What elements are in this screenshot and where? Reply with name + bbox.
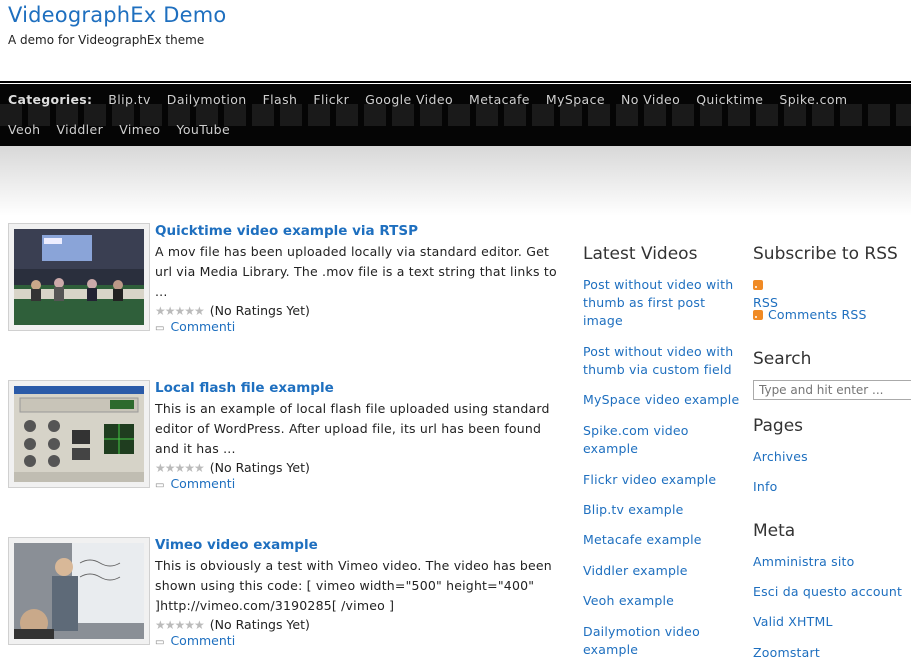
category-link-myspace[interactable]: MySpace [546, 92, 605, 107]
post-title[interactable]: Local flash file example [155, 380, 334, 396]
rating-text: (No Ratings Yet) [209, 460, 310, 475]
post-thumbnail[interactable] [8, 223, 150, 331]
meta-heading: Meta [753, 521, 796, 541]
conference-video-thumbnail [14, 229, 144, 325]
latest-video-link[interactable]: Metacafe example [583, 531, 743, 549]
site-header: VideographEx Demo A demo for VideographE… [0, 0, 911, 84]
page-link-info[interactable]: Info [753, 478, 777, 496]
latest-videos-heading: Latest Videos [583, 244, 698, 264]
latest-video-link[interactable]: Viddler example [583, 562, 743, 580]
category-link-bliptv[interactable]: Blip.tv [108, 92, 151, 107]
comment-bubble-icon: ▭ [155, 480, 165, 491]
category-link-flickr[interactable]: Flickr [313, 92, 349, 107]
post-item: Local flash file example This is an exam… [8, 380, 568, 491]
post-title[interactable]: Quicktime video example via RTSP [155, 223, 418, 239]
post-rating: ★★★★★ (No Ratings Yet) [155, 617, 310, 632]
categories-row-1: Categories: Blip.tv Dailymotion Flash Flickr… [8, 92, 863, 112]
page-link-archives[interactable]: Archives [753, 448, 808, 466]
rating-stars-icon[interactable]: ★★★★★ [155, 618, 205, 632]
post-item: Quicktime video example via RTSP A mov f… [8, 223, 568, 334]
category-link-no-video[interactable]: No Video [621, 92, 680, 107]
categories-label: Categories: [8, 92, 93, 107]
latest-video-link[interactable]: Blip.tv example [583, 501, 743, 519]
rating-stars-icon[interactable]: ★★★★★ [155, 461, 205, 475]
categories-row-2: Veoh Viddler Vimeo YouTube [8, 122, 246, 142]
category-link-quicktime[interactable]: Quicktime [696, 92, 763, 107]
latest-video-link[interactable]: Post without video with thumb as first p… [583, 276, 738, 330]
post-rating: ★★★★★ (No Ratings Yet) [155, 460, 310, 475]
post-excerpt: This is an example of local flash file u… [155, 401, 550, 456]
category-link-viddler[interactable]: Viddler [56, 122, 103, 137]
latest-video-link[interactable]: MySpace video example [583, 391, 743, 409]
latest-video-link[interactable]: Flickr video example [583, 471, 743, 489]
latest-video-link[interactable]: Veoh example [583, 592, 743, 610]
meta-link-admin[interactable]: Amministra sito [753, 553, 855, 571]
meta-link-logout[interactable]: Esci da questo account [753, 583, 902, 601]
category-link-flash[interactable]: Flash [263, 92, 298, 107]
category-link-youtube[interactable]: YouTube [176, 122, 230, 137]
post-comments: ▭ Commenti [155, 633, 235, 648]
search-input[interactable] [753, 380, 911, 400]
latest-video-link[interactable]: Dailymotion video example [583, 623, 708, 659]
site-description: A demo for VideographEx theme [8, 33, 205, 47]
rss-feed-icon [753, 280, 763, 290]
category-link-dailymotion[interactable]: Dailymotion [167, 92, 247, 107]
pages-heading: Pages [753, 416, 804, 436]
site-title[interactable]: VideographEx Demo [8, 3, 226, 27]
category-link-vimeo[interactable]: Vimeo [119, 122, 160, 137]
search-heading: Search [753, 349, 812, 369]
post-comments: ▭ Commenti [155, 319, 235, 334]
post-title[interactable]: Vimeo video example [155, 537, 318, 553]
post-rating: ★★★★★ (No Ratings Yet) [155, 303, 310, 318]
comments-rss-label: Comments RSS [768, 307, 867, 322]
categories-bar: Categories: Blip.tv Dailymotion Flash Flickr… [0, 83, 911, 147]
rating-text: (No Ratings Yet) [209, 617, 310, 632]
latest-video-link[interactable]: Post without video with thumb via custom… [583, 343, 738, 379]
flash-app-thumbnail [14, 386, 144, 482]
post-excerpt: A mov file has been uploaded locally via… [155, 244, 557, 299]
post-thumbnail[interactable] [8, 537, 150, 645]
meta-link-zoomstart[interactable]: Zoomstart [753, 644, 820, 662]
category-link-spikecom[interactable]: Spike.com [779, 92, 847, 107]
rating-text: (No Ratings Yet) [209, 303, 310, 318]
post-item: Vimeo video example This is obviously a … [8, 537, 568, 648]
post-comments: ▭ Commenti [155, 476, 235, 491]
comments-link[interactable]: Commenti [170, 319, 235, 334]
rss-feed-icon [753, 310, 763, 320]
comments-rss-link[interactable]: Comments RSS [753, 306, 867, 324]
comments-link[interactable]: Commenti [170, 476, 235, 491]
comment-bubble-icon: ▭ [155, 323, 165, 334]
category-link-google-video[interactable]: Google Video [365, 92, 453, 107]
post-excerpt: This is obviously a test with Vimeo vide… [155, 558, 552, 613]
latest-video-link[interactable]: Spike.com video example [583, 422, 693, 458]
header-gradient [0, 146, 911, 216]
post-thumbnail[interactable] [8, 380, 150, 488]
rating-stars-icon[interactable]: ★★★★★ [155, 304, 205, 318]
whiteboard-video-thumbnail [14, 543, 144, 639]
comments-link[interactable]: Commenti [170, 633, 235, 648]
subscribe-heading: Subscribe to RSS [753, 244, 898, 264]
meta-link-valid-xhtml[interactable]: Valid XHTML [753, 613, 833, 631]
category-link-metacafe[interactable]: Metacafe [469, 92, 530, 107]
category-link-veoh[interactable]: Veoh [8, 122, 40, 137]
comment-bubble-icon: ▭ [155, 637, 165, 648]
